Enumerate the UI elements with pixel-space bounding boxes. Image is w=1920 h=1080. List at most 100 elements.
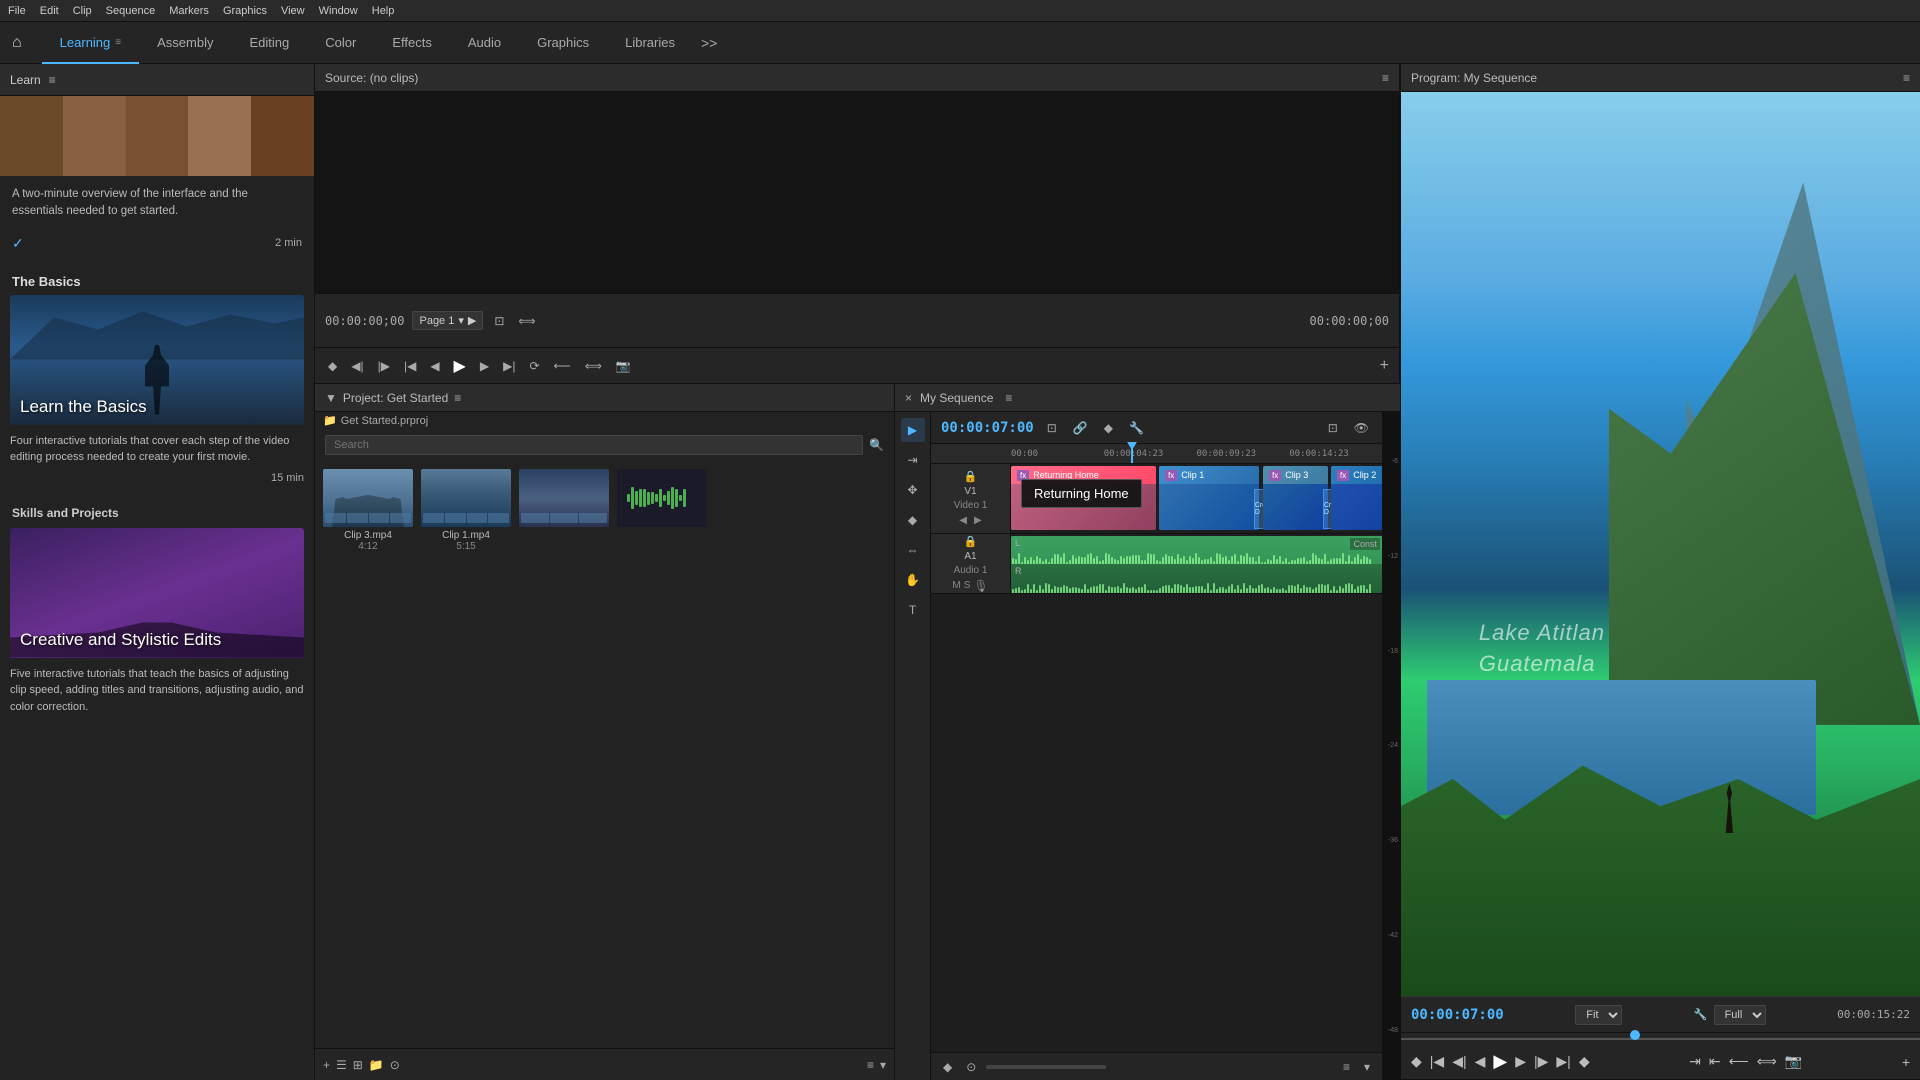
tab-editing[interactable]: Editing <box>231 22 307 64</box>
project-chevron-icon[interactable]: ▾ <box>880 1058 886 1072</box>
program-play-btn[interactable]: ▶ <box>1493 1051 1507 1072</box>
learn-menu-icon[interactable]: ≡ <box>49 73 56 87</box>
clip-clip3-timeline[interactable]: fx Clip 3 <box>1263 466 1328 530</box>
program-prev-mark-btn[interactable]: |◀ <box>1430 1053 1444 1070</box>
menu-file[interactable]: File <box>8 5 26 17</box>
project-overflow-icon[interactable]: ≡ <box>867 1058 874 1072</box>
tool-razor[interactable]: ◆ <box>901 508 925 532</box>
project-search-input[interactable] <box>325 435 863 455</box>
source-add-button[interactable]: + <box>1380 357 1389 375</box>
source-next-edit[interactable]: ▶| <box>500 357 518 375</box>
clip-clip2-timeline[interactable]: fx Clip 2 <box>1331 466 1382 530</box>
track-a1-m[interactable]: M <box>952 580 960 591</box>
menu-view[interactable]: View <box>281 5 305 17</box>
tool-ripple[interactable]: ⇥ <box>901 448 925 472</box>
menu-markers[interactable]: Markers <box>169 5 209 17</box>
program-wrench-icon[interactable]: 🔧 <box>1694 1008 1708 1021</box>
audio-second-clip[interactable]: R <box>1011 564 1382 593</box>
project-menu-icon[interactable]: ≡ <box>454 391 461 405</box>
page-selector[interactable]: Page 1 ▾ ▶ <box>412 311 483 330</box>
learn-basics-card[interactable]: Learn the Basics Four interactive tutori… <box>10 295 304 492</box>
program-next-frame-btn[interactable]: ⇤ <box>1709 1053 1721 1070</box>
source-camera[interactable]: 📷 <box>613 357 634 375</box>
program-step-fwd-btn[interactable]: |▶ <box>1534 1053 1548 1070</box>
program-lift-btn[interactable]: ⟵ <box>1729 1053 1749 1070</box>
menu-graphics[interactable]: Graphics <box>223 5 267 17</box>
tool-slip[interactable]: ⇔ <box>901 538 925 562</box>
sequence-menu-icon[interactable]: ≡ <box>1005 391 1012 405</box>
tab-color[interactable]: Color <box>307 22 374 64</box>
program-monitor-menu-icon[interactable]: ≡ <box>1903 71 1910 85</box>
tab-audio[interactable]: Audio <box>450 22 519 64</box>
track-v1-prev[interactable]: ◀ <box>957 514 969 527</box>
timeline-overflow-btn[interactable]: ≡ <box>1339 1058 1354 1076</box>
source-monitor-menu-icon[interactable]: ≡ <box>1382 71 1389 85</box>
project-grid-icon[interactable]: ⊞ <box>353 1058 363 1072</box>
source-expand-icon[interactable]: ⟺ <box>515 312 538 330</box>
home-icon[interactable]: ⌂ <box>12 34 22 52</box>
program-next-mark-btn[interactable]: ▶| <box>1556 1053 1570 1070</box>
menu-edit[interactable]: Edit <box>40 5 59 17</box>
source-mark-prev[interactable]: ◀| <box>348 357 366 375</box>
project-add-icon[interactable]: + <box>323 1058 330 1072</box>
program-fit-selector[interactable]: Fit <box>1575 1005 1622 1025</box>
track-a1-lock-icon[interactable]: 🔒 <box>964 535 978 548</box>
program-extract-btn[interactable]: ⟺ <box>1757 1053 1777 1070</box>
source-mark-next[interactable]: |▶ <box>375 357 393 375</box>
source-fit-icon[interactable]: ⊡ <box>491 312 507 330</box>
source-step-fwd[interactable]: ▶ <box>477 357 492 375</box>
program-prev-frame-btn[interactable]: ⇥ <box>1689 1053 1701 1070</box>
creative-edits-card[interactable]: Creative and Stylistic Edits Five intera… <box>10 528 304 720</box>
project-folder-icon-footer[interactable]: 📁 <box>369 1058 384 1072</box>
track-a1-mic-icon[interactable]: 🎙 <box>973 579 988 593</box>
clip-thumb-clip1[interactable]: Clip 1.mp4 5:15 <box>421 469 511 552</box>
timeline-eye-icon[interactable]: 👁 <box>1351 419 1372 437</box>
program-time-bar[interactable] <box>1401 1032 1920 1044</box>
clip-thumb-audio[interactable] <box>617 469 707 552</box>
track-a1-s[interactable]: S <box>964 580 971 591</box>
tab-graphics[interactable]: Graphics <box>519 22 607 64</box>
timeline-mark-in[interactable]: ◆ <box>939 1058 956 1076</box>
tab-libraries[interactable]: Libraries <box>607 22 693 64</box>
source-prev-edit[interactable]: |◀ <box>401 357 419 375</box>
timeline-link-icon[interactable]: 🔗 <box>1070 419 1091 437</box>
clip-clip1[interactable]: fx Clip 1 <box>1159 466 1259 530</box>
nav-overflow-button[interactable]: >> <box>693 35 725 51</box>
tab-learning[interactable]: Learning ≡ <box>42 22 139 64</box>
timeline-snap-icon[interactable]: ⊡ <box>1044 419 1060 437</box>
tool-hand[interactable]: ✋ <box>901 568 925 592</box>
tab-effects[interactable]: Effects <box>374 22 450 64</box>
tool-select[interactable]: ▶ <box>901 418 925 442</box>
program-mark-out-btn[interactable]: ◆ <box>1579 1053 1590 1070</box>
track-v1-lock-icon[interactable]: 🔒 <box>964 470 978 483</box>
tool-type[interactable]: T <box>901 598 925 622</box>
timeline-wrench-icon[interactable]: 🔧 <box>1126 419 1147 437</box>
menu-help[interactable]: Help <box>372 5 395 17</box>
page-forward-icon[interactable]: ▶ <box>468 314 476 327</box>
project-settings-icon[interactable]: ⊙ <box>390 1058 400 1072</box>
program-mark-in-btn[interactable]: ◆ <box>1411 1053 1422 1070</box>
source-step-back[interactable]: ◀ <box>427 357 442 375</box>
menu-sequence[interactable]: Sequence <box>106 5 156 17</box>
track-v1-next[interactable]: ▶ <box>972 514 984 527</box>
program-add-btn[interactable]: + <box>1902 1054 1910 1070</box>
timeline-add-mark-icon[interactable]: ◆ <box>1101 419 1116 437</box>
timeline-start-icon[interactable]: ⊙ <box>962 1058 980 1076</box>
source-overwrite[interactable]: ⟺ <box>582 357 605 375</box>
program-camera-btn[interactable]: 📷 <box>1785 1053 1802 1070</box>
clip-thumb-clip2[interactable] <box>519 469 609 552</box>
menu-window[interactable]: Window <box>319 5 358 17</box>
source-play-btn[interactable]: ▶ <box>451 354 469 378</box>
source-insert[interactable]: ⟵ <box>551 357 574 375</box>
project-list-icon[interactable]: ☰ <box>336 1058 347 1072</box>
timeline-clip-icon[interactable]: ⊡ <box>1325 419 1341 437</box>
timeline-chevron-down[interactable]: ▾ <box>1360 1058 1374 1076</box>
program-rewind-btn[interactable]: ◀ <box>1475 1053 1486 1070</box>
intro-card[interactable]: A two-minute overview of the interface a… <box>0 96 314 262</box>
program-full-selector[interactable]: Full <box>1714 1005 1766 1025</box>
program-step-back-btn[interactable]: ◀| <box>1452 1053 1466 1070</box>
source-mark-in[interactable]: ◆ <box>325 357 340 375</box>
source-loop[interactable]: ⟳ <box>526 357 542 375</box>
tool-move[interactable]: ✥ <box>901 478 925 502</box>
menu-clip[interactable]: Clip <box>73 5 92 17</box>
